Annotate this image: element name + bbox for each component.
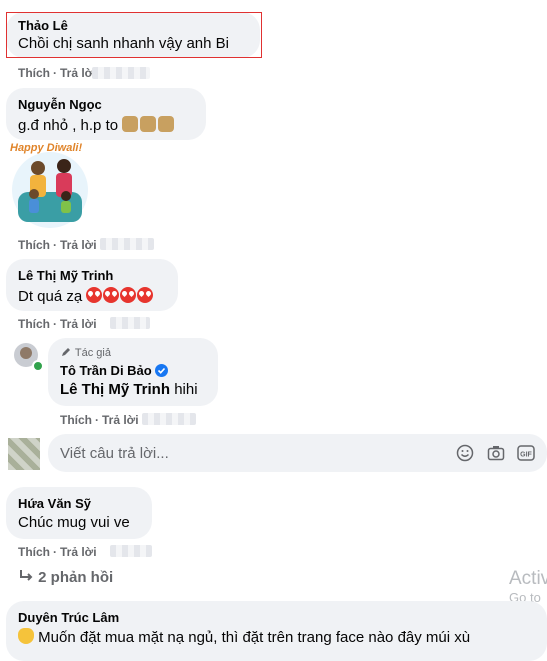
comment-author[interactable]: Hứa Văn Sỹ [18, 496, 91, 511]
blurred-timestamp [110, 317, 150, 329]
comment-text: Dt quá zạ [18, 287, 154, 305]
heart-eyes-emoji-icon [120, 287, 137, 303]
like-link[interactable]: Thích [18, 545, 50, 559]
like-link[interactable]: Thích [18, 238, 50, 252]
reply-text: Lê Thị Mỹ Trinh hihi [60, 381, 198, 398]
like-link[interactable]: Thích [18, 317, 50, 331]
reply-link[interactable]: Trả lời [60, 545, 97, 559]
camera-icon[interactable] [487, 444, 505, 462]
comment-actions: Thích · Trả lời [18, 238, 97, 252]
heart-eyes-emoji-icon [86, 287, 103, 303]
comment-bubble [6, 487, 152, 539]
mention-link[interactable]: Lê Thị Mỹ Trinh [60, 381, 170, 398]
blurred-timestamp [100, 238, 154, 250]
comment-text: g.đ nhỏ , h.p to [18, 116, 176, 134]
couple-emoji-icon [122, 116, 139, 132]
activation-watermark: Activ Go to [509, 568, 547, 605]
heart-eyes-emoji-icon [137, 287, 154, 303]
blurred-timestamp [92, 67, 150, 79]
comment-text: Chúc mug vui ve [18, 514, 130, 531]
smile-icon[interactable] [456, 444, 474, 462]
heart-eyes-emoji-icon [103, 287, 120, 303]
like-link[interactable]: Thích [18, 66, 50, 80]
comment-author[interactable]: Lê Thị Mỹ Trinh [18, 268, 113, 283]
comment-actions: Thích · Trả lời [18, 317, 97, 331]
comment-author[interactable]: Tô Trần Di Bảo [60, 363, 169, 378]
couple-emoji-icon [140, 116, 157, 132]
pencil-icon [62, 348, 70, 356]
view-replies-link[interactable]: 2 phản hồi [18, 569, 113, 586]
like-link[interactable]: Thích [60, 413, 92, 427]
diwali-sticker[interactable]: Happy Diwali! [8, 142, 92, 230]
comment-actions: Thích · Trả lời [18, 66, 97, 80]
reply-link[interactable]: Trả lời [60, 238, 97, 252]
couple-emoji-icon [158, 116, 175, 132]
reply-arrow-icon [20, 570, 33, 581]
sticker-caption: Happy Diwali! [10, 142, 83, 154]
comment-text: Muốn đặt mua mặt nạ ngủ, thì đặt trên tr… [18, 628, 470, 646]
verified-icon [155, 364, 169, 377]
reply-input[interactable]: Viết câu trả lời... [60, 445, 169, 462]
gif-icon[interactable]: GIF [517, 444, 535, 462]
online-status-dot [32, 360, 44, 372]
reply-link[interactable]: Trả lời [102, 413, 139, 427]
blurred-timestamp [142, 413, 196, 425]
comment-author[interactable]: Duyên Trúc Lâm [18, 610, 119, 625]
blurred-timestamp [110, 545, 152, 557]
reply-link[interactable]: Trả lời [60, 317, 97, 331]
comment-actions: Thích · Trả lời [18, 545, 97, 559]
author-badge: Tác giả [60, 346, 111, 359]
waving-hand-icon [18, 628, 34, 644]
comment-author[interactable]: Nguyễn Ngọc [18, 97, 102, 112]
current-user-avatar [8, 438, 40, 470]
svg-text:GIF: GIF [520, 452, 532, 459]
comment-text: Chồi chị sanh nhanh vậy anh Bi [18, 35, 229, 52]
comment-author[interactable]: Thảo Lê [18, 18, 68, 33]
comment-actions: Thích · Trả lời [60, 413, 139, 427]
